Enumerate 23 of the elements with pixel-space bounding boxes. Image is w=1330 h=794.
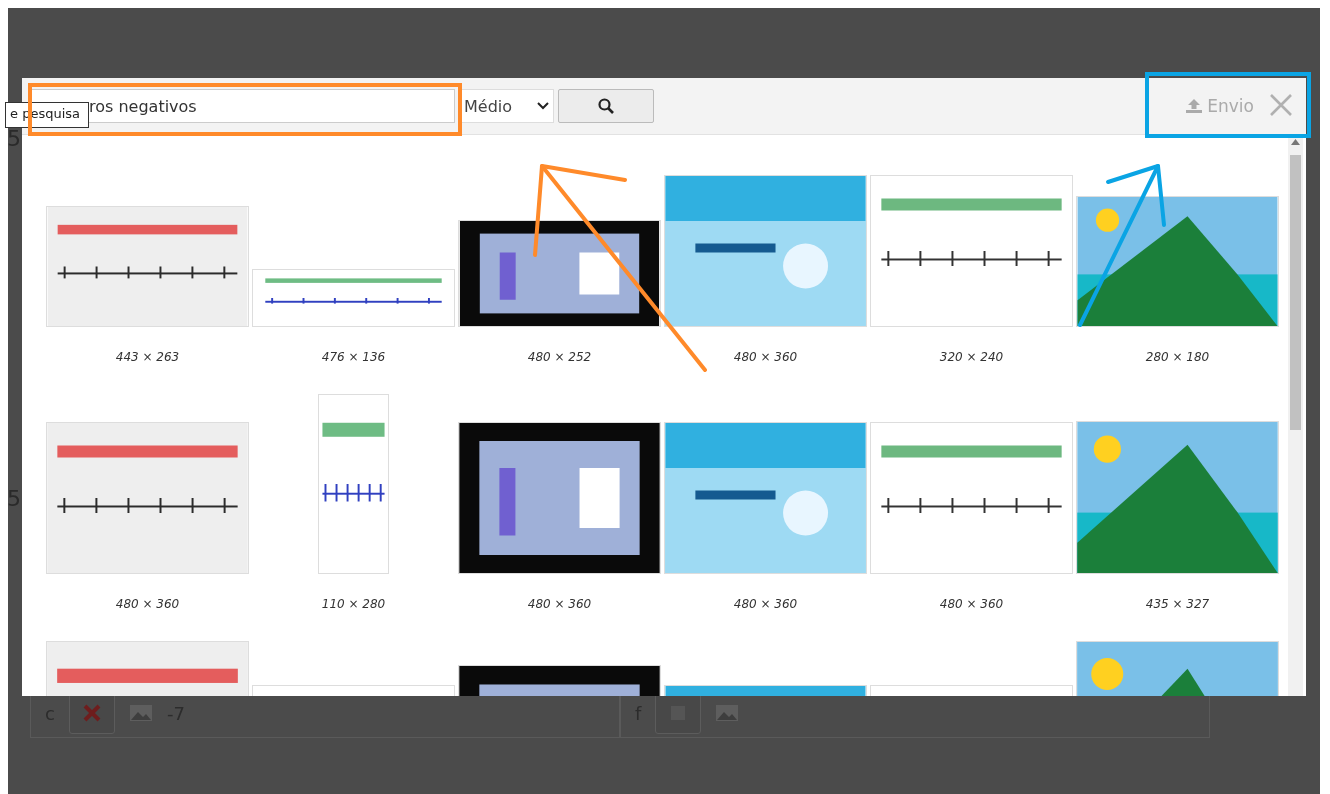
search-icon — [598, 98, 614, 114]
image-size: 110 × 280 — [321, 596, 386, 612]
image-size: 480 × 360 — [733, 596, 798, 612]
image-size: 480 × 360 — [733, 349, 798, 365]
scrollbar[interactable] — [1288, 135, 1303, 696]
image-size: 443 × 263 — [115, 349, 180, 365]
close-icon — [1270, 93, 1292, 116]
chevron-down-icon — [537, 102, 549, 110]
search-button[interactable] — [558, 89, 654, 123]
image-size: 480 × 360 — [115, 596, 180, 612]
image-size: 320 × 240 — [939, 349, 1004, 365]
image-size: 480 × 252 — [527, 349, 592, 365]
image-size: 435 × 327 — [1145, 596, 1210, 612]
scroll-thumb[interactable] — [1290, 155, 1301, 430]
upload-icon — [1185, 98, 1204, 114]
scroll-up-icon[interactable] — [1291, 139, 1300, 145]
image-size: 476 × 136 — [321, 349, 386, 365]
image-size: 480 × 360 — [527, 596, 592, 612]
size-dropdown[interactable]: Médio — [461, 89, 554, 123]
image-icon[interactable] — [128, 704, 153, 722]
image-size: 480 × 360 — [939, 596, 1004, 612]
image-icon[interactable] — [715, 704, 740, 722]
image-size: 280 × 180 — [1145, 349, 1210, 365]
